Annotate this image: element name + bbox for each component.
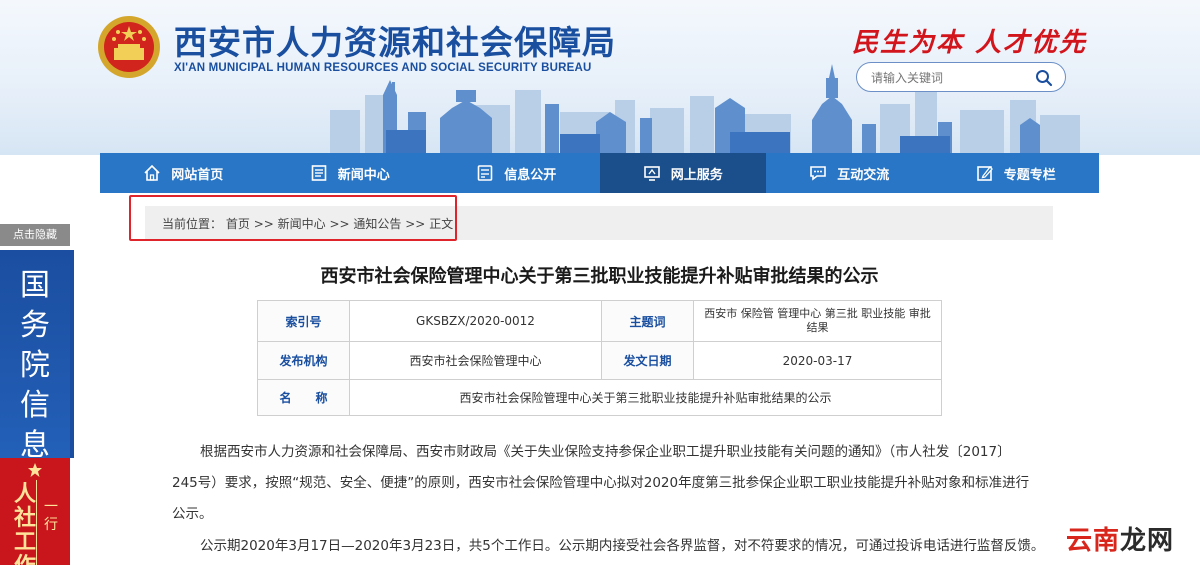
- name-value: 西安市社会保险管理中心关于第三批职业技能提升补贴审批结果的公示: [349, 379, 942, 416]
- nav-label: 网上服务: [670, 167, 723, 183]
- search-box: [856, 62, 1066, 92]
- site-header: 西安市人力资源和社会保障局 XI'AN MUNICIPAL HUMAN RESO…: [0, 0, 1200, 155]
- article-paragraph: 根据西安市人力资源和社会保障局、西安市财政局《关于失业保险支持参保企业职工提升职…: [172, 444, 1030, 522]
- banner-char: 务: [20, 308, 50, 343]
- nav-item-news[interactable]: 新闻中心: [267, 153, 434, 193]
- table-row: 名 称 西安市社会保险管理中心关于第三批职业技能提升补贴审批结果的公示: [257, 379, 942, 416]
- column-icon: [976, 166, 993, 181]
- date-value: 2020-03-17: [693, 341, 942, 380]
- table-row: 发布机构 西安市社会保险管理中心 发文日期 2020-03-17: [257, 341, 942, 380]
- article-paragraph: 公示期2020年3月17日—2020年3月23日，共5个工作日。公示期内接受社会…: [200, 538, 1045, 554]
- banner-char: 院: [20, 348, 50, 383]
- divider: [36, 480, 37, 565]
- hr-banner-subtitle: 一行: [44, 499, 58, 533]
- site-slogan: 民生为本 人才优先: [852, 28, 1088, 58]
- nav-item-online-service[interactable]: 网上服务: [599, 153, 766, 193]
- nav-item-info[interactable]: 信息公开: [433, 153, 600, 193]
- hr-work-banner[interactable]: 人社工作 一行: [0, 458, 70, 565]
- nav-item-interaction[interactable]: 互动交流: [766, 153, 933, 193]
- article-meta-table: 索引号 GKSBZX/2020-0012 主题词 西安市 保险管 管理中心 第三…: [257, 300, 942, 416]
- table-row: 索引号 GKSBZX/2020-0012 主题词 西安市 保险管 管理中心 第三…: [257, 300, 942, 342]
- nav-label: 专题专栏: [1003, 167, 1056, 183]
- nav-item-special-column[interactable]: 专题专栏: [933, 153, 1100, 193]
- nav-label: 新闻中心: [337, 167, 390, 183]
- watermark-suffix: 龙网: [1120, 526, 1175, 556]
- banner-accent-bar: [70, 250, 74, 458]
- site-title: 西安市人力资源和社会保障局: [174, 23, 616, 62]
- watermark-prefix: 云南: [1066, 526, 1121, 556]
- nav-label: 网站首页: [171, 167, 224, 183]
- article-title: 西安市社会保险管理中心关于第三批职业技能提升补贴审批结果的公示: [320, 266, 879, 287]
- national-emblem-logo: [98, 16, 160, 78]
- side-hide-button[interactable]: 点击隐藏: [0, 224, 70, 246]
- search-input[interactable]: [871, 68, 1031, 88]
- banner-char: 国: [20, 268, 50, 303]
- topic-value: 西安市 保险管 管理中心 第三批 职业技能 审批 结果: [693, 300, 942, 342]
- index-value: GKSBZX/2020-0012: [349, 300, 602, 342]
- banner-char: 信: [20, 388, 50, 423]
- index-label: 索引号: [257, 300, 350, 342]
- chat-icon: [810, 166, 827, 181]
- publisher-label: 发布机构: [257, 341, 350, 380]
- breadcrumb-highlight-box: [129, 195, 457, 241]
- publisher-value: 西安市社会保险管理中心: [349, 341, 602, 380]
- home-icon: [144, 164, 160, 181]
- news-icon: [311, 165, 327, 181]
- main-nav: 网站首页 新闻中心 信息公开 网上服务 互动交流 专题专栏: [100, 153, 1099, 193]
- site-subtitle: XI'AN MUNICIPAL HUMAN RESOURCES AND SOCI…: [174, 62, 592, 74]
- search-icon[interactable]: [1035, 69, 1053, 87]
- online-service-icon: [643, 166, 660, 181]
- state-council-info-banner[interactable]: 国 务 院 信 息: [0, 250, 70, 463]
- watermark-logo: 云南龙网: [1066, 520, 1174, 557]
- date-label: 发文日期: [601, 341, 694, 380]
- info-icon: [477, 165, 493, 181]
- nav-label: 信息公开: [504, 167, 557, 183]
- nav-label: 互动交流: [837, 167, 890, 183]
- name-label: 名 称: [257, 379, 350, 416]
- star-icon: [28, 463, 42, 477]
- nav-item-home[interactable]: 网站首页: [100, 153, 267, 193]
- topic-label: 主题词: [601, 300, 694, 342]
- hr-banner-title: 人社工作: [13, 481, 36, 565]
